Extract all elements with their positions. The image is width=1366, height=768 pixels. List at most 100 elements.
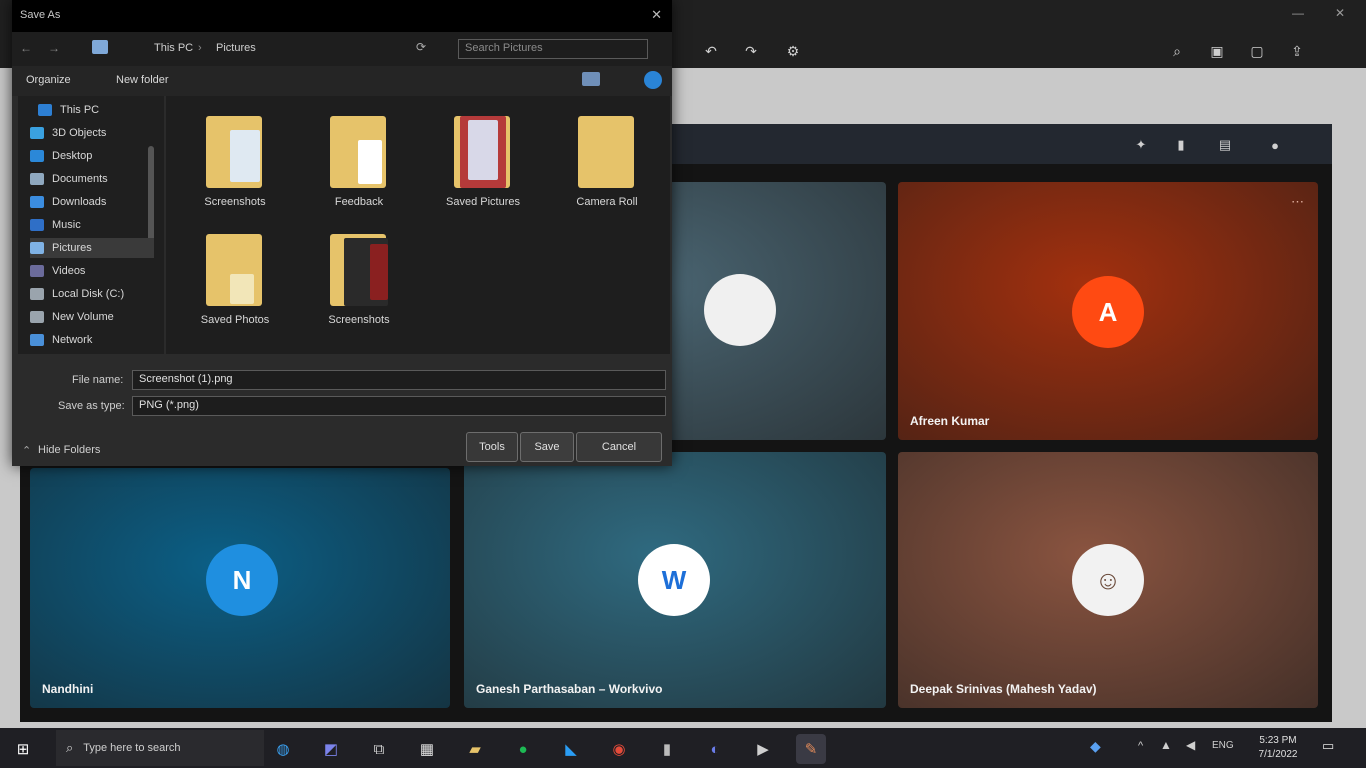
participant-tile[interactable]: N Nandhini xyxy=(30,468,450,708)
breadcrumb-item[interactable]: This PC xyxy=(154,42,193,54)
participant-name: Deepak Srinivas (Mahesh Yadav) xyxy=(910,682,1097,696)
nav-item-music[interactable]: Music xyxy=(30,215,81,235)
folder-icon xyxy=(30,288,44,300)
edge-icon[interactable]: ◍ xyxy=(268,734,298,764)
reaction-icon[interactable]: ✦ xyxy=(1130,134,1152,156)
store-icon[interactable]: ▦ xyxy=(412,734,442,764)
nav-item-network[interactable]: Network xyxy=(30,330,92,350)
nav-item-3d-objects[interactable]: 3D Objects xyxy=(30,123,106,143)
tools-button[interactable]: Tools xyxy=(466,432,518,462)
dialog-footer: File name: Screenshot (1).png Save as ty… xyxy=(12,356,672,466)
folder-item[interactable]: Saved Pictures xyxy=(438,110,528,220)
folder-item[interactable]: Saved Photos xyxy=(190,228,280,338)
folder-item[interactable]: Camera Roll xyxy=(562,110,652,220)
start-icon[interactable]: ⊞ xyxy=(8,734,38,764)
folder-icon xyxy=(30,265,44,277)
participant-avatar: A xyxy=(1072,276,1144,348)
organize-button[interactable]: Organize xyxy=(26,74,71,86)
thumbnail-preview xyxy=(468,120,498,180)
help-icon[interactable] xyxy=(644,71,662,89)
vscode-icon[interactable]: ◣ xyxy=(556,734,586,764)
settings-icon[interactable]: ⚙ xyxy=(782,40,804,62)
folder-icon xyxy=(30,127,44,139)
teams-icon[interactable]: ◩ xyxy=(316,734,346,764)
participant-tile[interactable]: ☺ Deepak Srinivas (Mahesh Yadav) xyxy=(898,452,1318,708)
network-icon[interactable]: ▲ xyxy=(1160,738,1172,752)
save-type-select[interactable]: PNG (*.png) xyxy=(132,396,666,416)
close-icon[interactable]: ✕ xyxy=(651,7,662,23)
participant-tile[interactable]: A ⋯ Afreen Kumar xyxy=(898,182,1318,440)
nav-item-downloads[interactable]: Downloads xyxy=(30,192,106,212)
save-button[interactable]: Save xyxy=(520,432,574,462)
layout-icon[interactable]: ▤ xyxy=(1214,134,1236,156)
nav-item-label: Pictures xyxy=(52,242,92,254)
nav-item-desktop[interactable]: Desktop xyxy=(30,146,92,166)
folder-icon xyxy=(30,242,44,254)
nav-item-label: Local Disk (C:) xyxy=(52,288,125,300)
people-icon[interactable]: ▣ xyxy=(1206,40,1228,62)
new-folder-button[interactable]: New folder xyxy=(116,74,169,86)
share-icon[interactable]: ⇪ xyxy=(1286,40,1308,62)
hide-folders-button[interactable]: Hide Folders xyxy=(38,444,100,456)
cancel-button[interactable]: Cancel xyxy=(576,432,662,462)
nav-item-local-disk-c-[interactable]: Local Disk (C:) xyxy=(30,284,124,304)
folder-label: Feedback xyxy=(334,196,384,208)
thumbnail-preview xyxy=(230,274,254,304)
volume-icon[interactable]: ◀ xyxy=(1186,738,1195,752)
pc-icon xyxy=(92,40,108,54)
nav-item-label: Downloads xyxy=(52,196,107,208)
task-view-icon[interactable]: ⧉ xyxy=(364,734,394,764)
nav-item-label: Music xyxy=(52,219,81,231)
clock[interactable]: 5:23 PM 7/1/2022 xyxy=(1246,734,1310,762)
more-options-icon[interactable]: ⋯ xyxy=(1291,194,1304,210)
chevron-up-icon[interactable]: ^ xyxy=(1138,740,1143,752)
chat-icon[interactable]: ▢ xyxy=(1246,40,1268,62)
back-icon[interactable]: ← xyxy=(20,41,32,55)
file-name-input[interactable]: Screenshot (1).png xyxy=(132,370,666,390)
forward-icon[interactable]: → xyxy=(48,41,60,55)
date-text: 7/1/2022 xyxy=(1258,749,1298,760)
breadcrumb-item[interactable]: Pictures xyxy=(216,42,256,54)
language-icon[interactable]: ENG xyxy=(1212,740,1234,751)
user-avatar[interactable]: ● xyxy=(1264,134,1286,156)
close-icon[interactable]: ✕ xyxy=(1330,6,1350,22)
chrome-icon[interactable]: ◉ xyxy=(604,734,634,764)
view-icon[interactable] xyxy=(582,72,600,86)
nav-scrollbar[interactable] xyxy=(148,146,154,246)
nav-item-this-pc[interactable]: This PC xyxy=(38,100,99,120)
terminal-icon[interactable]: ▮ xyxy=(652,734,682,764)
dialog-titlebar: Save As ✕ xyxy=(12,0,672,32)
notification-app-icon[interactable]: ◆ xyxy=(1090,738,1101,755)
search-input[interactable]: Search Pictures xyxy=(458,39,648,59)
search-icon: ⌕ xyxy=(66,740,74,755)
folder-item[interactable]: Screenshots xyxy=(314,228,404,338)
nav-item-label: Videos xyxy=(52,265,86,277)
notifications-icon[interactable]: ▭ xyxy=(1322,738,1334,754)
thumbnail-preview xyxy=(358,140,382,184)
participant-name: Afreen Kumar xyxy=(910,414,990,428)
participant-tile[interactable]: W Ganesh Parthasaban – Workvivo xyxy=(464,452,886,708)
collapse-icon[interactable]: ⌃ xyxy=(22,444,31,457)
folder-icon[interactable]: ▰ xyxy=(460,734,490,764)
redo-icon[interactable]: ↷ xyxy=(740,40,762,62)
media-icon[interactable]: ▶ xyxy=(748,734,778,764)
paint-icon[interactable]: ✎ xyxy=(796,734,826,764)
nav-item-videos[interactable]: Videos xyxy=(30,261,85,281)
minimize-icon[interactable]: — xyxy=(1288,6,1308,22)
refresh-icon[interactable]: ⟳ xyxy=(416,40,426,54)
taskbar-search[interactable]: ⌕ Type here to search xyxy=(56,730,264,766)
folder-item[interactable]: Screenshots xyxy=(190,110,280,220)
camera-icon[interactable]: ▮ xyxy=(1170,134,1192,156)
folder-label: Saved Photos xyxy=(200,314,270,326)
nav-item-label: Documents xyxy=(52,173,108,185)
nav-item-documents[interactable]: Documents xyxy=(30,169,108,189)
nav-item-new-volume[interactable]: New Volume xyxy=(30,307,114,327)
firefox-icon[interactable]: ◐ xyxy=(700,734,730,764)
undo-icon[interactable]: ↶ xyxy=(700,40,722,62)
spotify-icon[interactable]: ● xyxy=(508,734,538,764)
folder-label: Screenshots xyxy=(204,196,266,208)
folder-item[interactable]: Feedback xyxy=(314,110,404,220)
search-icon[interactable]: ⌕ xyxy=(1166,40,1188,62)
folder-icon xyxy=(30,334,44,346)
nav-item-pictures[interactable]: Pictures xyxy=(30,238,154,258)
